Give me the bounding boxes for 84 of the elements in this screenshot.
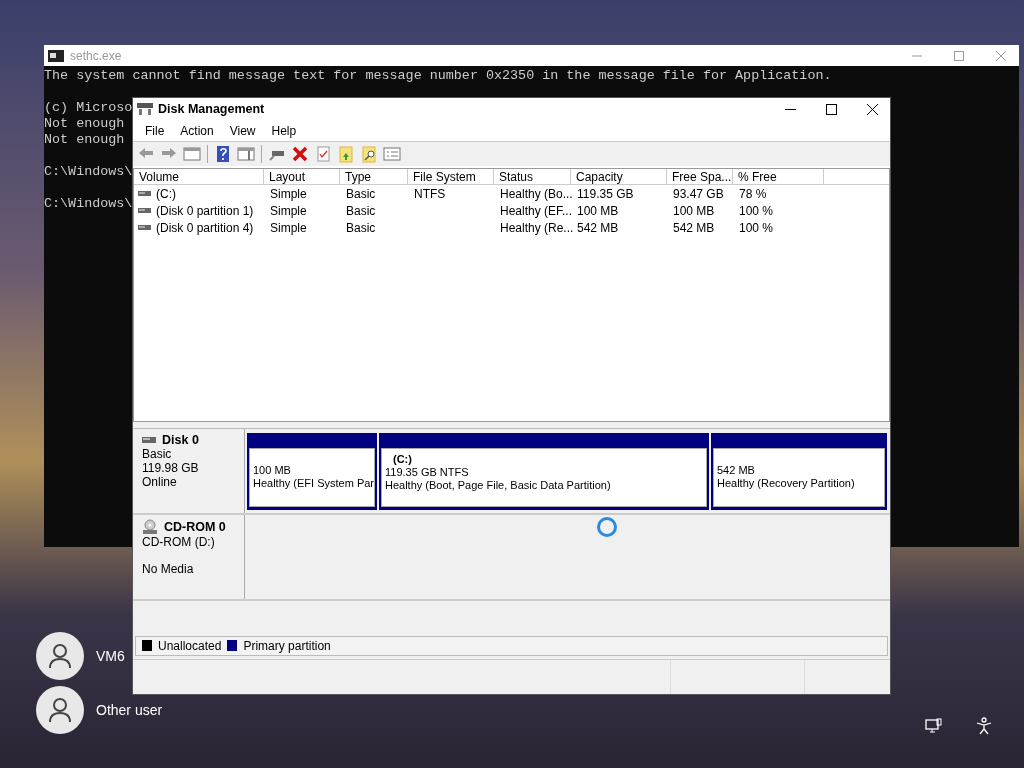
table-cell: 93.47 GB xyxy=(673,186,724,201)
disk-detail: CD-ROM (D:) xyxy=(142,534,216,549)
help-icon[interactable] xyxy=(214,145,232,163)
console-line: Not enough xyxy=(44,132,125,148)
column-header[interactable]: Volume xyxy=(134,169,264,185)
disk-name: Disk 0 xyxy=(162,433,199,447)
person-icon xyxy=(48,697,72,723)
table-cell: 542 MB xyxy=(577,220,619,235)
disk-detail: 119.98 GB xyxy=(142,461,200,475)
menu-item[interactable]: Help xyxy=(263,123,305,138)
network-icon xyxy=(925,718,943,734)
legend-label: Unallocated xyxy=(158,638,222,653)
table-cell: Basic xyxy=(346,203,376,218)
drive-icon xyxy=(138,190,151,197)
table-cell: Simple xyxy=(270,220,307,235)
table-cell: (C:) xyxy=(156,186,176,201)
column-header[interactable]: Capacity xyxy=(571,169,667,185)
column-header[interactable]: Layout xyxy=(264,169,340,185)
legend-label: Primary partition xyxy=(243,638,331,653)
disk-detail: No Media xyxy=(142,561,195,576)
partition-size: 119.35 GB NTFS xyxy=(385,466,470,479)
console-icon xyxy=(48,49,64,62)
console-line: Not enough xyxy=(44,116,125,132)
accessibility-button[interactable] xyxy=(974,716,994,736)
partition-status: Healthy (Boot, Page File, Basic Data Partition) xyxy=(385,479,612,492)
console-line: C:\Windows\ xyxy=(44,164,133,180)
checklist-icon[interactable] xyxy=(314,145,332,163)
network-button[interactable] xyxy=(924,716,944,736)
busy-cursor-icon xyxy=(597,517,617,537)
table-cell: Basic xyxy=(346,186,376,201)
table-cell: Basic xyxy=(346,220,376,235)
table-cell: 100 % xyxy=(739,220,774,235)
column-header[interactable]: Free Spa... xyxy=(667,169,733,185)
table-cell: (Disk 0 partition 1) xyxy=(156,203,254,218)
column-header[interactable]: File System xyxy=(408,169,494,185)
table-cell: Healthy (Bo... xyxy=(500,186,573,201)
table-cell: NTFS xyxy=(414,186,446,201)
partition-size: 100 MB xyxy=(253,464,292,477)
console-line: (c) Microso xyxy=(44,100,133,116)
menu-item[interactable]: File xyxy=(137,123,173,138)
partition-block[interactable]: 542 MB Healthy (Recovery Partition) xyxy=(711,433,887,510)
folder-up-icon[interactable] xyxy=(337,145,355,163)
disk-name: CD-ROM 0 xyxy=(164,519,226,534)
user-name[interactable]: VM6 xyxy=(96,648,125,664)
console-tree-icon[interactable] xyxy=(183,145,201,163)
folder-search-icon[interactable] xyxy=(360,145,378,163)
delete-icon[interactable] xyxy=(291,145,309,163)
drive-icon xyxy=(138,207,151,214)
drive-icon xyxy=(138,224,151,231)
table-cell: Simple xyxy=(270,203,307,218)
accessibility-icon xyxy=(976,717,992,735)
partition-block[interactable]: 100 MB Healthy (EFI System Par xyxy=(247,433,377,510)
table-cell: Healthy (Re... xyxy=(500,220,574,235)
close-icon[interactable] xyxy=(866,103,878,115)
disk-detail: Basic xyxy=(142,447,173,461)
menu-item[interactable]: Action xyxy=(172,123,222,138)
console-line: The system cannot find message text for message number 0x2350 in the message file for Application. xyxy=(44,68,832,84)
table-cell: 119.35 GB xyxy=(577,186,634,201)
table-cell: Healthy (EF... xyxy=(500,203,573,218)
table-cell: 78 % xyxy=(739,186,767,201)
table-cell: 100 MB xyxy=(577,203,619,218)
partition-title: (C:) xyxy=(392,453,413,466)
user-name[interactable]: Other user xyxy=(96,702,163,718)
column-header[interactable]: Type xyxy=(340,169,408,185)
person-icon xyxy=(48,643,72,669)
table-cell: 100 % xyxy=(739,203,774,218)
disk-management-icon xyxy=(137,102,153,116)
table-cell: Simple xyxy=(270,186,307,201)
window-title: sethc.exe xyxy=(70,48,123,63)
menu-item[interactable]: View xyxy=(221,123,264,138)
column-header[interactable]: % Free xyxy=(733,169,824,185)
console-line: C:\Windows\ xyxy=(44,196,133,212)
maximize-icon[interactable] xyxy=(825,103,837,115)
table-cell: 100 MB xyxy=(673,203,715,218)
partition-block[interactable]: (C:) 119.35 GB NTFS Healthy (Boot, Page File, Basic Data Partition) xyxy=(379,433,709,510)
partition-size: 542 MB xyxy=(717,464,756,477)
column-header[interactable]: Status xyxy=(494,169,571,185)
table-cell: 542 MB xyxy=(673,220,715,235)
action-pane-icon[interactable] xyxy=(237,145,255,163)
table-cell: (Disk 0 partition 4) xyxy=(156,220,254,235)
window-title: Disk Management xyxy=(158,102,266,116)
partition-status: Healthy (Recovery Partition) xyxy=(717,477,856,490)
cd-drive-icon xyxy=(142,518,158,535)
disk-detail: Online xyxy=(142,475,178,489)
